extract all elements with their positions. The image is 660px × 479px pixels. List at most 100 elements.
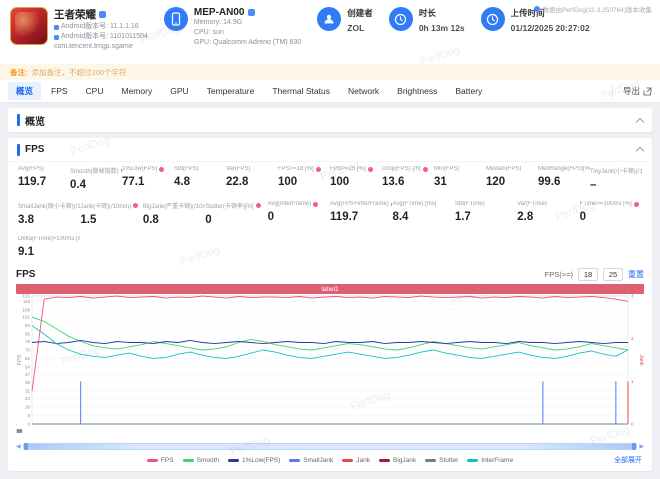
tab-fps[interactable]: FPS <box>43 83 76 99</box>
metric-value: 3.8 <box>18 214 80 226</box>
metric: FPS>=25 [%]100 <box>330 166 382 191</box>
legend-item-stutter[interactable]: Stutter <box>425 457 458 464</box>
legend-item-interframe[interactable]: InterFrame <box>467 457 513 464</box>
help-icon[interactable] <box>368 167 373 172</box>
tab-battery[interactable]: Battery <box>447 83 490 99</box>
svg-text:Jank: Jank <box>638 354 644 366</box>
legend-item-smooth[interactable]: Smooth <box>183 457 219 464</box>
help-icon[interactable] <box>256 203 261 208</box>
svg-text:0: 0 <box>631 422 634 427</box>
android-tag-icon <box>54 25 59 30</box>
legend-item-jank[interactable]: Jank <box>342 457 370 464</box>
reset-button[interactable]: 重置 <box>628 269 644 280</box>
metric: Stutter(卡顿率)[%]0 <box>205 201 267 226</box>
help-icon[interactable] <box>313 202 318 207</box>
expand-all-link[interactable]: 全部展开 <box>614 455 642 465</box>
export-icon <box>643 87 652 96</box>
device-badge-icon[interactable] <box>248 9 255 16</box>
help-icon[interactable] <box>159 167 164 172</box>
duration-value: 0h 13m 12s <box>419 23 465 33</box>
metric-label: Avg(FPS) <box>18 166 70 172</box>
metric-value: 4.8 <box>174 176 226 188</box>
device-memory: Memory: 14.9G <box>194 18 301 28</box>
creator-block: 创建者 ZOL <box>317 7 373 33</box>
metric-label: Avg(InterFrame) <box>268 201 330 207</box>
help-icon[interactable] <box>316 167 321 172</box>
fps-section-header[interactable]: FPS <box>8 138 652 162</box>
tab-temperature[interactable]: Temperature <box>199 83 263 99</box>
upload-time-value: 01/12/2025 20:27:02 <box>511 23 590 33</box>
legend-item-fps[interactable]: FPS <box>147 457 174 464</box>
metric-value: 13.6 <box>382 176 434 188</box>
tab-bar: 概览FPSCPUMemoryGPUTemperatureThermal Stat… <box>0 80 660 103</box>
legend-item-bigjank[interactable]: BigJank <box>379 457 416 464</box>
tab-overview[interactable]: 概览 <box>8 82 41 100</box>
collector-note: 数据由PerfDog(11.3.250764)版本收集 <box>534 4 652 14</box>
metric-label: FPS>=25 [%] <box>330 166 382 172</box>
tab-network[interactable]: Network <box>340 83 387 99</box>
metric-value: 0.4 <box>70 179 122 191</box>
metric-value: – <box>590 179 642 191</box>
legend-item-smalljank[interactable]: SmallJank <box>289 457 333 464</box>
metric-label: Var(FPS) <box>226 166 278 172</box>
metric-label: Smooth(稳帧指数) <box>70 166 122 175</box>
metric-value: 0 <box>580 211 642 223</box>
metrics-grid: Avg(FPS)119.7Smooth(稳帧指数)0.41%Low(FPS)77… <box>8 162 652 264</box>
metric: Std(FPS)4.8 <box>174 166 226 191</box>
app-meta: 王者荣耀 Android版本号: 11.1.1.16 Android版本号: 1… <box>54 7 148 52</box>
scroll-right-icon[interactable]: ▶ <box>639 444 644 450</box>
note-placeholder[interactable]: 添加备注，不超过200个字符 <box>32 67 127 78</box>
note-bar[interactable]: 备注: 添加备注，不超过200个字符 <box>0 64 660 80</box>
metric-label: Jank(卡顿)(/10min) <box>80 201 142 210</box>
legend-item-1-low-fps-[interactable]: 1%Low(FPS) <box>228 457 280 464</box>
chart-scrollbar[interactable]: ◀ ▶ <box>16 442 644 451</box>
metric-label: Avg(FTime) [ms] <box>392 201 454 207</box>
fps-line-chart[interactable]: 1211161081019385787062544739312416803210… <box>16 294 644 436</box>
metric: FTime>=100ms [%]0 <box>580 201 642 226</box>
svg-text:62: 62 <box>25 356 31 361</box>
app-info-badge-icon[interactable] <box>99 11 106 18</box>
metric-value: 1.7 <box>455 211 517 223</box>
help-icon[interactable] <box>133 203 138 208</box>
metric-value: 99.6 <box>538 176 590 188</box>
app-build-line: Android版本号: 1101011504 <box>54 32 148 42</box>
svg-text:3: 3 <box>631 294 634 299</box>
collapse-chevron-icon[interactable] <box>636 117 644 125</box>
person-icon <box>317 7 341 31</box>
metric: Avg(FPS+InterFrame)119.7 <box>330 201 392 226</box>
export-button[interactable]: 导出 <box>612 84 652 98</box>
chart-annotation-band[interactable]: label1 <box>16 284 644 294</box>
help-icon[interactable] <box>634 202 639 207</box>
metric-label: Min(FPS) <box>434 166 486 172</box>
tab-thermal-status[interactable]: Thermal Status <box>264 83 338 99</box>
android-tag-icon <box>54 35 59 40</box>
svg-text:47: 47 <box>25 372 31 377</box>
svg-text:116: 116 <box>23 299 31 304</box>
tab-gpu[interactable]: GPU <box>162 83 196 99</box>
metric: Avg(InterFrame) 0 <box>268 201 330 226</box>
scroll-handle-right[interactable] <box>632 443 636 450</box>
scroll-track[interactable] <box>23 443 638 450</box>
upload-clock-icon <box>481 7 505 31</box>
scroll-handle-left[interactable] <box>24 443 28 450</box>
tab-brightness[interactable]: Brightness <box>389 83 445 99</box>
collapse-chevron-icon[interactable] <box>636 147 644 155</box>
svg-text:54: 54 <box>25 364 31 369</box>
svg-text:78: 78 <box>25 339 31 344</box>
metric-value: 2.8 <box>517 211 579 223</box>
tab-memory[interactable]: Memory <box>114 83 161 99</box>
fps-threshold-input-1[interactable]: 18 <box>578 268 598 281</box>
overview-section-header[interactable]: 概览 <box>8 108 652 132</box>
help-icon[interactable] <box>423 167 428 172</box>
scroll-left-icon[interactable]: ◀ <box>16 444 21 450</box>
app-info: 王者荣耀 Android版本号: 11.1.1.16 Android版本号: 1… <box>10 7 148 52</box>
metric-value: 0 <box>268 211 330 223</box>
note-label: 备注: <box>10 67 28 78</box>
fps-threshold-input-2[interactable]: 25 <box>603 268 623 281</box>
metric-value: 119.7 <box>18 176 70 188</box>
accent-bar <box>17 144 20 156</box>
legend-swatch-icon <box>289 459 300 462</box>
tab-cpu[interactable]: CPU <box>78 83 112 99</box>
metric: Avg(FTime) [ms]8.4 <box>392 201 454 226</box>
metric: Std(FTime)1.7 <box>455 201 517 226</box>
